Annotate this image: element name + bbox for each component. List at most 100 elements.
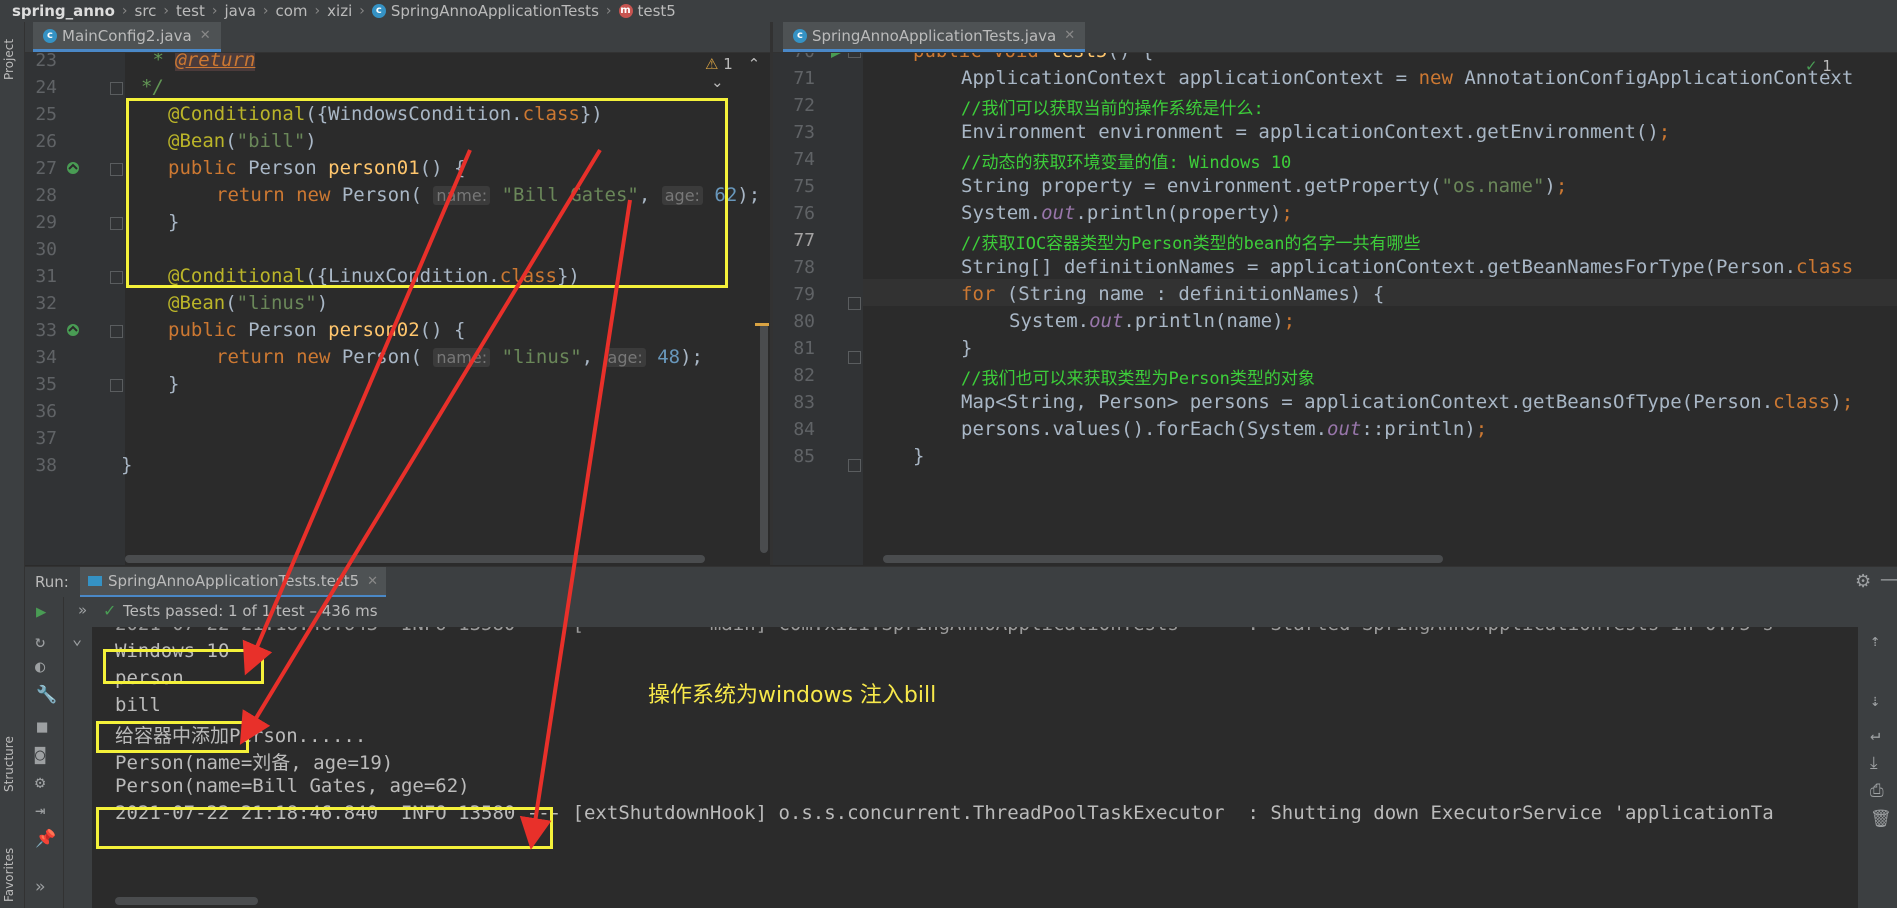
code-line-82: //我们也可以来获取类型为Person类型的对象 — [961, 369, 1315, 389]
line-number: 24 — [35, 77, 57, 98]
console-line: Person(name=Bill Gates, age=62) — [115, 775, 470, 797]
class-icon: c — [371, 4, 386, 18]
scroll-to-end-icon[interactable]: ⤓ — [1870, 753, 1878, 773]
gear-icon[interactable]: ⚙ — [35, 773, 45, 793]
soft-wrap-icon[interactable]: ↵ — [1870, 725, 1880, 745]
warning-icon: ⚠ — [705, 55, 719, 73]
code-line-71: ApplicationContext applicationContext = … — [961, 67, 1854, 89]
trash-icon[interactable]: 🗑 — [1870, 809, 1892, 829]
line-number: 79 — [793, 284, 815, 305]
left-tab-bar: c MainConfig2.java ✕ — [25, 22, 770, 53]
line-number: 37 — [35, 428, 57, 449]
pin-icon[interactable]: 📌 — [35, 829, 56, 849]
line-number: 75 — [793, 176, 815, 197]
breadcrumb-item-xizi[interactable]: xizi — [327, 2, 352, 20]
console-horizontal-scrollbar[interactable] — [115, 897, 258, 905]
breadcrumb-item-method[interactable]: m test5 — [618, 2, 676, 20]
breadcrumb-item-com[interactable]: com — [276, 2, 308, 20]
code-line-74: //动态的获取环境变量的值: Windows 10 — [961, 153, 1292, 173]
breadcrumb-item-java[interactable]: java — [224, 2, 255, 20]
bean-gutter-icon[interactable] — [65, 160, 81, 176]
fold-marker[interactable] — [110, 325, 123, 338]
scroll-down-icon[interactable]: ⇣ — [1870, 691, 1880, 711]
console-output[interactable]: 2021-07-22 21:18:46.643 INFO 13580 --- [… — [92, 627, 1858, 908]
line-number: 30 — [35, 239, 57, 260]
test-config-icon — [88, 576, 102, 586]
code-line-33: public Person person02() { — [168, 319, 466, 341]
chevron-down-icon[interactable]: ⌄ — [711, 73, 724, 91]
fold-marker[interactable] — [110, 379, 123, 392]
code-line-78: String[] definitionNames = applicationCo… — [961, 256, 1854, 278]
fold-marker[interactable] — [110, 217, 123, 230]
doc-tag: @return — [175, 53, 256, 71]
check-icon: ✓ — [103, 601, 117, 620]
code-line-80: System.out.println(name); — [1009, 310, 1296, 332]
tab-label: SpringAnnoApplicationTests.java — [812, 26, 1057, 45]
fold-marker[interactable] — [110, 271, 123, 284]
highlight-box-windows-10 — [103, 649, 264, 684]
fold-marker[interactable] — [848, 297, 861, 310]
fold-marker[interactable] — [848, 459, 861, 472]
settings-gear-icon[interactable]: ⚙ — [1855, 571, 1871, 592]
breadcrumb-project[interactable]: spring_anno — [12, 2, 115, 20]
code-line-32: @Bean("linus") — [168, 292, 329, 314]
line-number: 70 — [773, 53, 815, 62]
expand-double-chevron-icon[interactable]: » — [78, 601, 87, 619]
run-label: Run: — [35, 573, 69, 591]
camera-icon[interactable]: ◙ — [35, 745, 45, 765]
run-side-toolbar: ▶ ↻ ◐ 🔧 ■ ◙ ⚙ ⇥ 📌 » — [25, 597, 64, 908]
rerun-failed-icon[interactable]: ↻ — [35, 632, 45, 652]
more-chevron-icon[interactable]: » — [35, 877, 45, 897]
left-tool-strip: Project Structure Favorites — [0, 22, 25, 908]
breadcrumb-class-label: SpringAnnoApplicationTests — [390, 2, 599, 20]
breadcrumb-item-class[interactable]: c SpringAnnoApplicationTests — [371, 2, 599, 20]
line-number: 33 — [35, 320, 57, 341]
fold-marker[interactable] — [848, 351, 861, 364]
run-side-toolbar-secondary: ⌄ — [64, 627, 92, 908]
close-icon[interactable]: ✕ — [1064, 28, 1075, 43]
close-icon[interactable]: ✕ — [367, 574, 378, 589]
right-tab-bar: c SpringAnnoApplicationTests.java ✕ — [773, 22, 1897, 53]
close-icon[interactable]: ✕ — [200, 28, 211, 43]
warning-count: 1 — [723, 55, 733, 73]
horizontal-scrollbar[interactable] — [125, 555, 705, 563]
breadcrumb-item-test[interactable]: test — [176, 2, 205, 20]
scroll-up-icon[interactable]: ⇡ — [1870, 631, 1880, 651]
structure-tool-label[interactable]: Structure — [2, 736, 16, 792]
line-number: 71 — [793, 68, 815, 89]
project-tool-label[interactable]: Project — [2, 39, 16, 80]
breadcrumb: spring_anno › src › test › java › com › … — [0, 0, 1897, 23]
highlight-box-bill — [96, 721, 249, 753]
inspection-widget[interactable]: ⚠ 1 ⌃ ⌄ — [705, 55, 770, 91]
line-number: 31 — [35, 266, 57, 287]
line-number: 23 — [35, 53, 57, 71]
stop-icon[interactable]: ■ — [37, 717, 47, 737]
toggle-icon[interactable]: ◐ — [35, 657, 45, 677]
warning-stripe[interactable] — [755, 323, 769, 326]
horizontal-scrollbar[interactable] — [883, 555, 1443, 563]
class-icon: c — [43, 28, 57, 43]
tab-mainconfig2[interactable]: c MainConfig2.java ✕ — [33, 22, 221, 52]
vertical-scrollbar[interactable] — [760, 323, 768, 553]
right-editor[interactable]: 70 71 72 73 74 75 76 77 78 79 80 81 82 8… — [773, 53, 1897, 565]
minimize-icon[interactable]: — — [1880, 569, 1897, 590]
line-number: 27 — [35, 158, 57, 179]
run-test-gutter-icon[interactable] — [828, 53, 844, 61]
method-icon: m — [618, 4, 633, 18]
run-tab[interactable]: SpringAnnoApplicationTests.test5 ✕ — [80, 567, 387, 598]
fold-marker[interactable] — [110, 82, 123, 95]
fold-marker[interactable] — [848, 53, 861, 58]
fold-marker[interactable] — [110, 163, 123, 176]
tab-springannoapplicationtests[interactable]: c SpringAnnoApplicationTests.java ✕ — [783, 22, 1086, 52]
breadcrumb-item-src[interactable]: src — [135, 2, 157, 20]
print-icon[interactable]: ⎙ — [1870, 781, 1884, 801]
line-number: 76 — [793, 203, 815, 224]
favorites-tool-label[interactable]: Favorites — [2, 848, 16, 902]
line-number: 34 — [35, 347, 57, 368]
chevron-up-icon[interactable]: ⌃ — [748, 55, 761, 73]
exit-icon[interactable]: ⇥ — [35, 801, 45, 821]
rerun-icon[interactable]: ▶ — [36, 602, 46, 622]
chevron-down-icon[interactable]: ⌄ — [72, 629, 82, 649]
wrench-icon[interactable]: 🔧 — [36, 685, 57, 705]
bean-gutter-icon[interactable] — [65, 322, 81, 338]
